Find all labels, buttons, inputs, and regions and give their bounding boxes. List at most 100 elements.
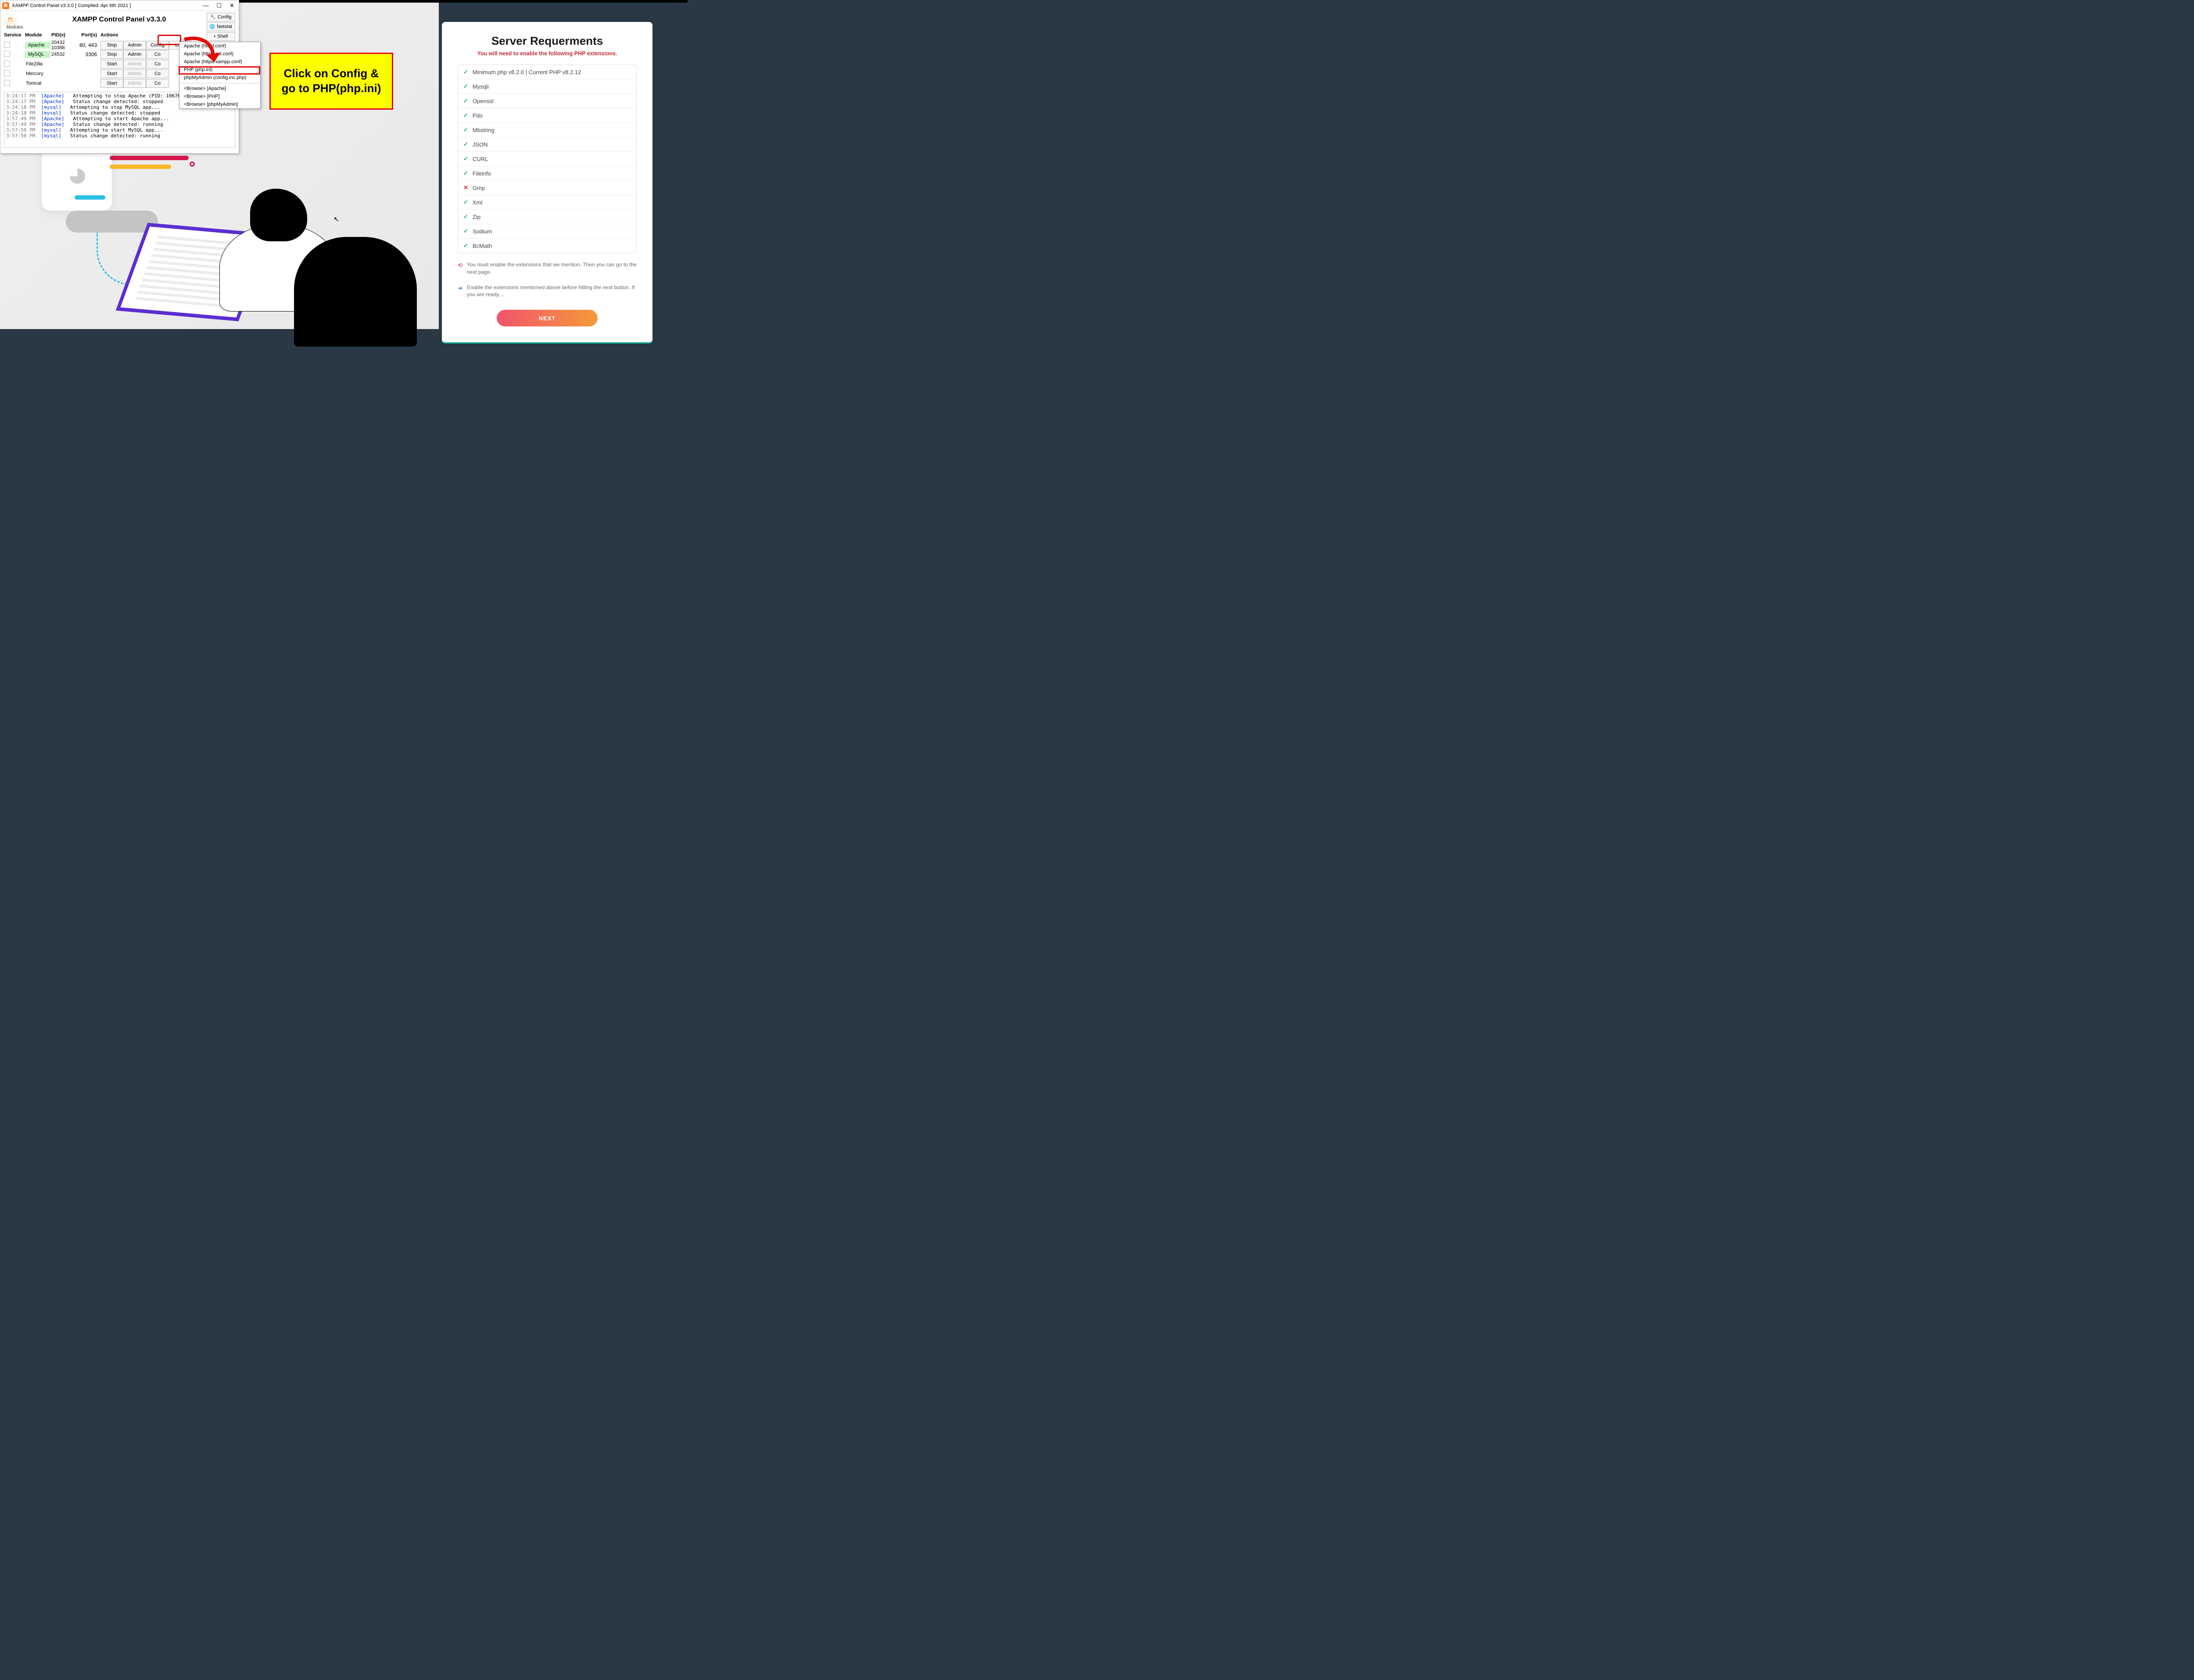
extension-item: ✓Zip xyxy=(458,210,636,224)
extension-item: ✓ Xml xyxy=(458,195,636,210)
extension-item: ✓ Mysqli xyxy=(458,79,636,94)
extension-label: JSON xyxy=(473,141,488,148)
global-config-button[interactable]: 🔧Config xyxy=(207,13,235,21)
ports: 80, 443 xyxy=(79,42,100,48)
shell-button[interactable]: ▪Shell xyxy=(207,32,235,41)
mouse-cursor-icon: ↖ xyxy=(333,215,339,224)
extension-label: Sodium xyxy=(473,228,492,235)
extension-label: Openssl xyxy=(473,98,494,104)
log-line: 3:57:50 PM [mysql] Attempting to start M… xyxy=(6,127,233,133)
req-title: Server Requerments xyxy=(458,34,637,48)
grid-header: Service Module PID(s) Port(s) Actions xyxy=(4,30,235,40)
req-note-2: Enable the extensions mentioned above be… xyxy=(467,284,637,299)
admin-button[interactable]: Admin xyxy=(123,79,146,88)
start-button[interactable]: Start xyxy=(100,60,123,68)
service-checkbox[interactable] xyxy=(4,42,24,49)
config-menu-item[interactable]: <Browse> [Apache] xyxy=(179,85,260,93)
module-name: MySQL xyxy=(25,51,50,58)
config-button[interactable]: Config xyxy=(146,41,169,50)
config-button[interactable]: Co xyxy=(146,60,169,68)
pids: 24532 xyxy=(51,52,78,57)
check-icon: ✓ xyxy=(463,170,468,177)
extension-item: ✓ Pdo xyxy=(458,108,636,123)
check-icon: ✓ xyxy=(463,242,468,249)
extension-item: ✓ CURL xyxy=(458,152,636,166)
col-service: Service xyxy=(4,32,24,38)
extension-label: Zip xyxy=(473,214,480,220)
log-line: 3:57:49 PM [Apache] Status change detect… xyxy=(6,122,233,127)
extension-label: Mysqli xyxy=(473,83,489,90)
extension-item: ✓Mbstring xyxy=(458,123,636,137)
extensions-list: ✓ Minimum php v8.2.0 | Current PHP v8.2.1… xyxy=(458,64,637,253)
panel-heading: XAMPP Control Panel v3.3.0 xyxy=(3,16,235,24)
stop-button[interactable]: Stop xyxy=(100,50,123,59)
extension-label: Minimum php v8.2.0 | Current PHP v8.2.12 xyxy=(473,69,581,75)
check-icon: ✓ xyxy=(463,141,468,148)
config-menu-item[interactable]: PHP (php.ini) xyxy=(179,66,260,74)
config-menu-item[interactable]: phpMyAdmin (config.inc.php) xyxy=(179,74,260,82)
col-ports: Port(s) xyxy=(79,32,100,38)
service-checkbox[interactable] xyxy=(4,51,24,58)
service-checkbox[interactable] xyxy=(4,70,24,78)
extension-item: ✓ Fileinfo xyxy=(458,166,636,181)
col-module: Module xyxy=(25,32,50,38)
config-menu-item[interactable]: <Browse> [PHP] xyxy=(179,93,260,100)
extension-label: Xml xyxy=(473,199,482,206)
extension-item: ✓Minimum php v8.2.0 | Current PHP v8.2.1… xyxy=(458,65,636,79)
req-subtitle: You will need to enable the following PH… xyxy=(458,50,637,57)
module-name: Mercury xyxy=(25,71,50,77)
minimize-button[interactable]: — xyxy=(203,3,208,8)
config-menu-item[interactable]: Apache (httpd.conf) xyxy=(179,42,260,50)
extension-item: ✓ JSON xyxy=(458,137,636,152)
config-dropdown-menu: Apache (httpd.conf)Apache (httpd-ssl.con… xyxy=(179,42,261,109)
col-actions: Actions xyxy=(100,32,122,38)
titlebar[interactable]: ⊠ XAMPP Control Panel v3.3.0 [ Compiled:… xyxy=(0,0,239,11)
modules-label: Modules xyxy=(7,25,23,30)
extension-label: CURL xyxy=(473,156,488,162)
check-icon: ✓ xyxy=(463,97,468,104)
top-strip xyxy=(239,0,688,3)
admin-button[interactable]: Admin xyxy=(123,60,146,68)
extension-item: ✕Gmp xyxy=(458,181,636,195)
config-button[interactable]: Co xyxy=(146,69,169,78)
service-checkbox[interactable] xyxy=(4,80,24,87)
config-menu-item[interactable]: Apache (httpd-xampp.conf) xyxy=(179,58,260,66)
netstat-button[interactable]: 🌐Netstat xyxy=(207,22,235,31)
admin-button[interactable]: Admin xyxy=(123,50,146,59)
close-button[interactable]: ✕ xyxy=(229,3,234,8)
extension-label: Pdo xyxy=(473,112,483,119)
service-checkbox[interactable] xyxy=(4,61,24,68)
module-name: Tomcat xyxy=(25,80,50,86)
start-button[interactable]: Start xyxy=(100,69,123,78)
maximize-button[interactable]: ☐ xyxy=(216,3,222,8)
check-icon: ✓ xyxy=(463,112,468,119)
check-icon: ✓ xyxy=(463,199,468,206)
col-pids: PID(s) xyxy=(51,32,78,38)
config-menu-item[interactable]: Apache (httpd-ssl.conf) xyxy=(179,50,260,58)
config-button[interactable]: Co xyxy=(146,50,169,59)
ports: 3306 xyxy=(79,51,100,57)
req-note-1: You must enable the extensions that we m… xyxy=(467,261,637,276)
next-button[interactable]: NEXT xyxy=(497,310,598,326)
admin-button[interactable]: Admin xyxy=(123,41,146,50)
start-button[interactable]: Start xyxy=(100,79,123,88)
req-note-info: ➜ Enable the extensions mentioned above … xyxy=(458,284,637,299)
log-line: 3:57:49 PM [Apache] Attempting to start … xyxy=(6,116,233,122)
alert-icon: ⟲ xyxy=(458,261,462,276)
check-icon: ✓ xyxy=(463,83,468,90)
callout-line-1: Click on Config & xyxy=(284,66,379,81)
stop-button[interactable]: Stop xyxy=(100,41,123,50)
decor-dot xyxy=(190,161,195,167)
instruction-callout: Click on Config & go to PHP(php.ini) xyxy=(269,53,393,110)
arrow-right-icon: ➜ xyxy=(458,284,462,299)
check-icon: ✓ xyxy=(463,155,468,162)
extension-label: Fileinfo xyxy=(473,170,491,177)
extension-item: ✓ Openssl xyxy=(458,94,636,108)
callout-line-2: go to PHP(php.ini) xyxy=(282,81,381,96)
config-button[interactable]: Co xyxy=(146,79,169,88)
req-note-error: ⟲ You must enable the extensions that we… xyxy=(458,261,637,276)
terminal-icon: ▪ xyxy=(214,34,215,39)
admin-button[interactable]: Admin xyxy=(123,69,146,78)
module-name: FileZilla xyxy=(25,61,50,67)
config-menu-item[interactable]: <Browse> [phpMyAdmin] xyxy=(179,100,260,108)
